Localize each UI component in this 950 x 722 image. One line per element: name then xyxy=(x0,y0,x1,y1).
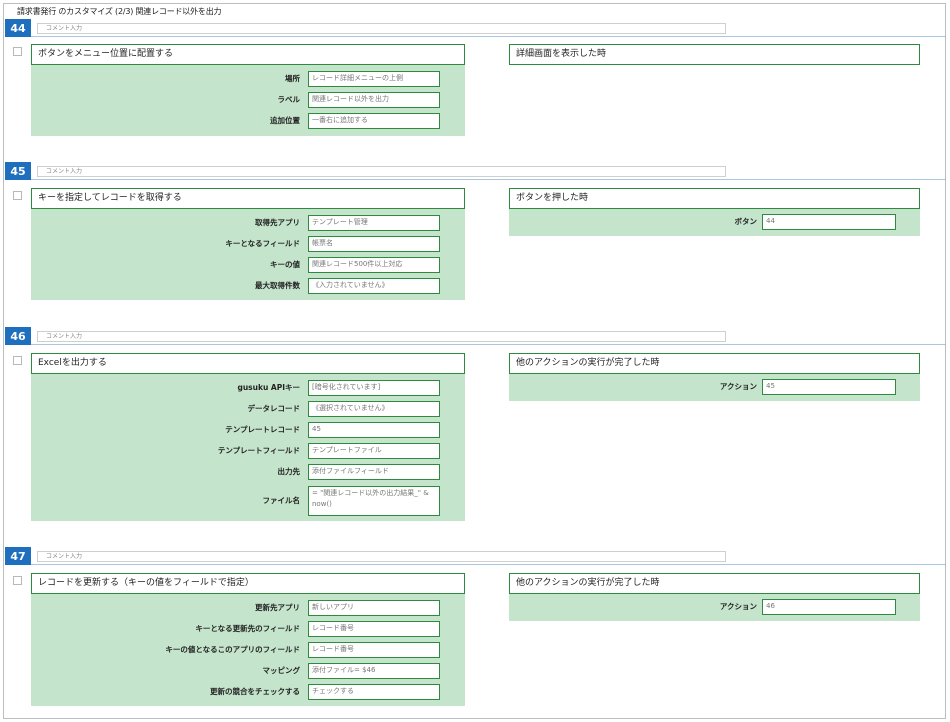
field-label: 出力先 xyxy=(277,467,301,476)
trigger-fields: ボタン 44 xyxy=(509,209,920,236)
field-label: 追加位置 xyxy=(270,116,300,125)
field-value[interactable]: チェックする xyxy=(308,684,440,700)
step-number: 47 xyxy=(5,547,31,565)
action-fields: 場所 レコード詳細メニューの上側 ラベル 関連レコード以外を出力 追加位置 一番… xyxy=(31,65,465,136)
field-row: マッピング 添付ファイル= $46 xyxy=(31,663,465,679)
field-row: ファイル名 = "関連レコード以外の出力結果_" & now() xyxy=(31,486,465,516)
trigger-fields: アクション 45 xyxy=(509,374,920,401)
field-value[interactable]: 帳票名 xyxy=(308,236,440,252)
step-checkbox[interactable] xyxy=(13,191,22,200)
field-label: 取得先アプリ xyxy=(255,218,300,227)
trigger-fields: アクション 46 xyxy=(509,594,920,621)
field-label: データレコード xyxy=(247,404,301,413)
trigger-title[interactable]: 他のアクションの実行が完了した時 xyxy=(509,353,920,374)
field-value[interactable]: テンプレートファイル xyxy=(308,443,440,459)
action-title[interactable]: Excelを出力する xyxy=(31,353,465,374)
step-divider xyxy=(31,36,945,37)
field-row: 取得先アプリ テンプレート管理 xyxy=(31,215,465,231)
field-row: 最大取得件数 《入力されていません》 xyxy=(31,278,465,294)
comment-input[interactable]: コメント入力 xyxy=(37,551,726,562)
field-row: キーとなるフィールド 帳票名 xyxy=(31,236,465,252)
comment-input[interactable]: コメント入力 xyxy=(37,331,726,342)
step-divider xyxy=(31,179,945,180)
trigger-value[interactable]: 46 xyxy=(762,599,896,615)
field-label: gusuku APIキー xyxy=(237,383,300,392)
field-row: 更新先アプリ 新しいアプリ xyxy=(31,600,465,616)
field-value[interactable]: 添付ファイルフィールド xyxy=(308,464,440,480)
step-45: 45 コメント入力 キーを指定してレコードを取得する 取得先アプリ テンプレート… xyxy=(5,162,945,304)
trigger-value[interactable]: 45 xyxy=(762,379,896,395)
step-47: 47 コメント入力 レコードを更新する（キーの値をフィールドで指定） 更新先アプ… xyxy=(5,547,945,712)
trigger-title[interactable]: 他のアクションの実行が完了した時 xyxy=(509,573,920,594)
trigger-title[interactable]: ボタンを押した時 xyxy=(509,188,920,209)
field-value[interactable]: 一番右に追加する xyxy=(308,113,440,129)
field-label: キーとなるフィールド xyxy=(225,239,300,248)
field-value[interactable]: 45 xyxy=(308,422,440,438)
field-row: キーの値となるこのアプリのフィールド レコード番号 xyxy=(31,642,465,658)
field-row: ラベル 関連レコード以外を出力 xyxy=(31,92,465,108)
field-label: マッピング xyxy=(262,666,301,675)
field-value[interactable]: 添付ファイル= $46 xyxy=(308,663,440,679)
field-label: キーとなる更新先のフィールド xyxy=(195,624,300,633)
field-label: テンプレートフィールド xyxy=(217,446,300,455)
step-number: 44 xyxy=(5,19,31,37)
field-value[interactable]: レコード番号 xyxy=(308,621,440,637)
field-row: データレコード 《選択されていません》 xyxy=(31,401,465,417)
field-label: 最大取得件数 xyxy=(255,281,300,290)
field-label: 更新先アプリ xyxy=(255,603,300,612)
action-title[interactable]: ボタンをメニュー位置に配置する xyxy=(31,44,465,65)
field-label: キーの値 xyxy=(270,260,300,269)
field-row: 更新の競合をチェックする チェックする xyxy=(31,684,465,700)
step-44: 44 コメント入力 ボタンをメニュー位置に配置する 場所 レコード詳細メニューの… xyxy=(5,19,945,139)
trigger-label: ボタン xyxy=(734,217,758,226)
field-row: キーとなる更新先のフィールド レコード番号 xyxy=(31,621,465,637)
field-row: gusuku APIキー [暗号化されています] xyxy=(31,380,465,396)
field-value[interactable]: 新しいアプリ xyxy=(308,600,440,616)
field-value[interactable]: 《選択されていません》 xyxy=(308,401,440,417)
trigger-value[interactable]: 44 xyxy=(762,214,896,230)
field-label: キーの値となるこのアプリのフィールド xyxy=(165,645,300,654)
step-number: 46 xyxy=(5,327,31,345)
field-label: ファイル名 xyxy=(262,496,301,505)
trigger-label: アクション xyxy=(719,382,757,391)
field-value[interactable]: = "関連レコード以外の出力結果_" & now() xyxy=(308,486,440,516)
field-label: 場所 xyxy=(285,74,300,83)
field-value[interactable]: 関連レコード500件以上対応 xyxy=(308,257,440,273)
field-row: テンプレートフィールド テンプレートファイル xyxy=(31,443,465,459)
field-label: テンプレートレコード xyxy=(225,425,300,434)
step-checkbox[interactable] xyxy=(13,576,22,585)
step-checkbox[interactable] xyxy=(13,47,22,56)
action-fields: gusuku APIキー [暗号化されています] データレコード 《選択されてい… xyxy=(31,374,465,521)
step-number: 45 xyxy=(5,162,31,180)
field-value[interactable]: 《入力されていません》 xyxy=(308,278,440,294)
field-row: 場所 レコード詳細メニューの上側 xyxy=(31,71,465,87)
field-row: キーの値 関連レコード500件以上対応 xyxy=(31,257,465,273)
step-divider xyxy=(31,344,945,345)
field-value[interactable]: レコード詳細メニューの上側 xyxy=(308,71,440,87)
action-fields: 取得先アプリ テンプレート管理 キーとなるフィールド 帳票名 キーの値 関連レコ… xyxy=(31,209,465,300)
field-label: ラベル xyxy=(277,95,301,104)
step-divider xyxy=(31,564,945,565)
step-46: 46 コメント入力 Excelを出力する gusuku APIキー [暗号化され… xyxy=(5,327,945,523)
trigger-label: アクション xyxy=(719,602,757,611)
field-value[interactable]: 関連レコード以外を出力 xyxy=(308,92,440,108)
trigger-title[interactable]: 詳細画面を表示した時 xyxy=(509,44,920,65)
field-value[interactable]: [暗号化されています] xyxy=(308,380,440,396)
step-checkbox[interactable] xyxy=(13,356,22,365)
comment-input[interactable]: コメント入力 xyxy=(37,23,726,34)
field-value[interactable]: テンプレート管理 xyxy=(308,215,440,231)
action-fields: 更新先アプリ 新しいアプリ キーとなる更新先のフィールド レコード番号 キーの値… xyxy=(31,594,465,706)
action-title[interactable]: キーを指定してレコードを取得する xyxy=(31,188,465,209)
field-label: 更新の競合をチェックする xyxy=(210,687,300,696)
action-title[interactable]: レコードを更新する（キーの値をフィールドで指定） xyxy=(31,573,465,594)
page-title: 請求書発行 のカスタマイズ (2/3) 関連レコード以外を出力 xyxy=(17,7,222,16)
field-row: 出力先 添付ファイルフィールド xyxy=(31,464,465,480)
comment-input[interactable]: コメント入力 xyxy=(37,166,726,177)
field-row: テンプレートレコード 45 xyxy=(31,422,465,438)
field-row: 追加位置 一番右に追加する xyxy=(31,113,465,129)
field-value[interactable]: レコード番号 xyxy=(308,642,440,658)
